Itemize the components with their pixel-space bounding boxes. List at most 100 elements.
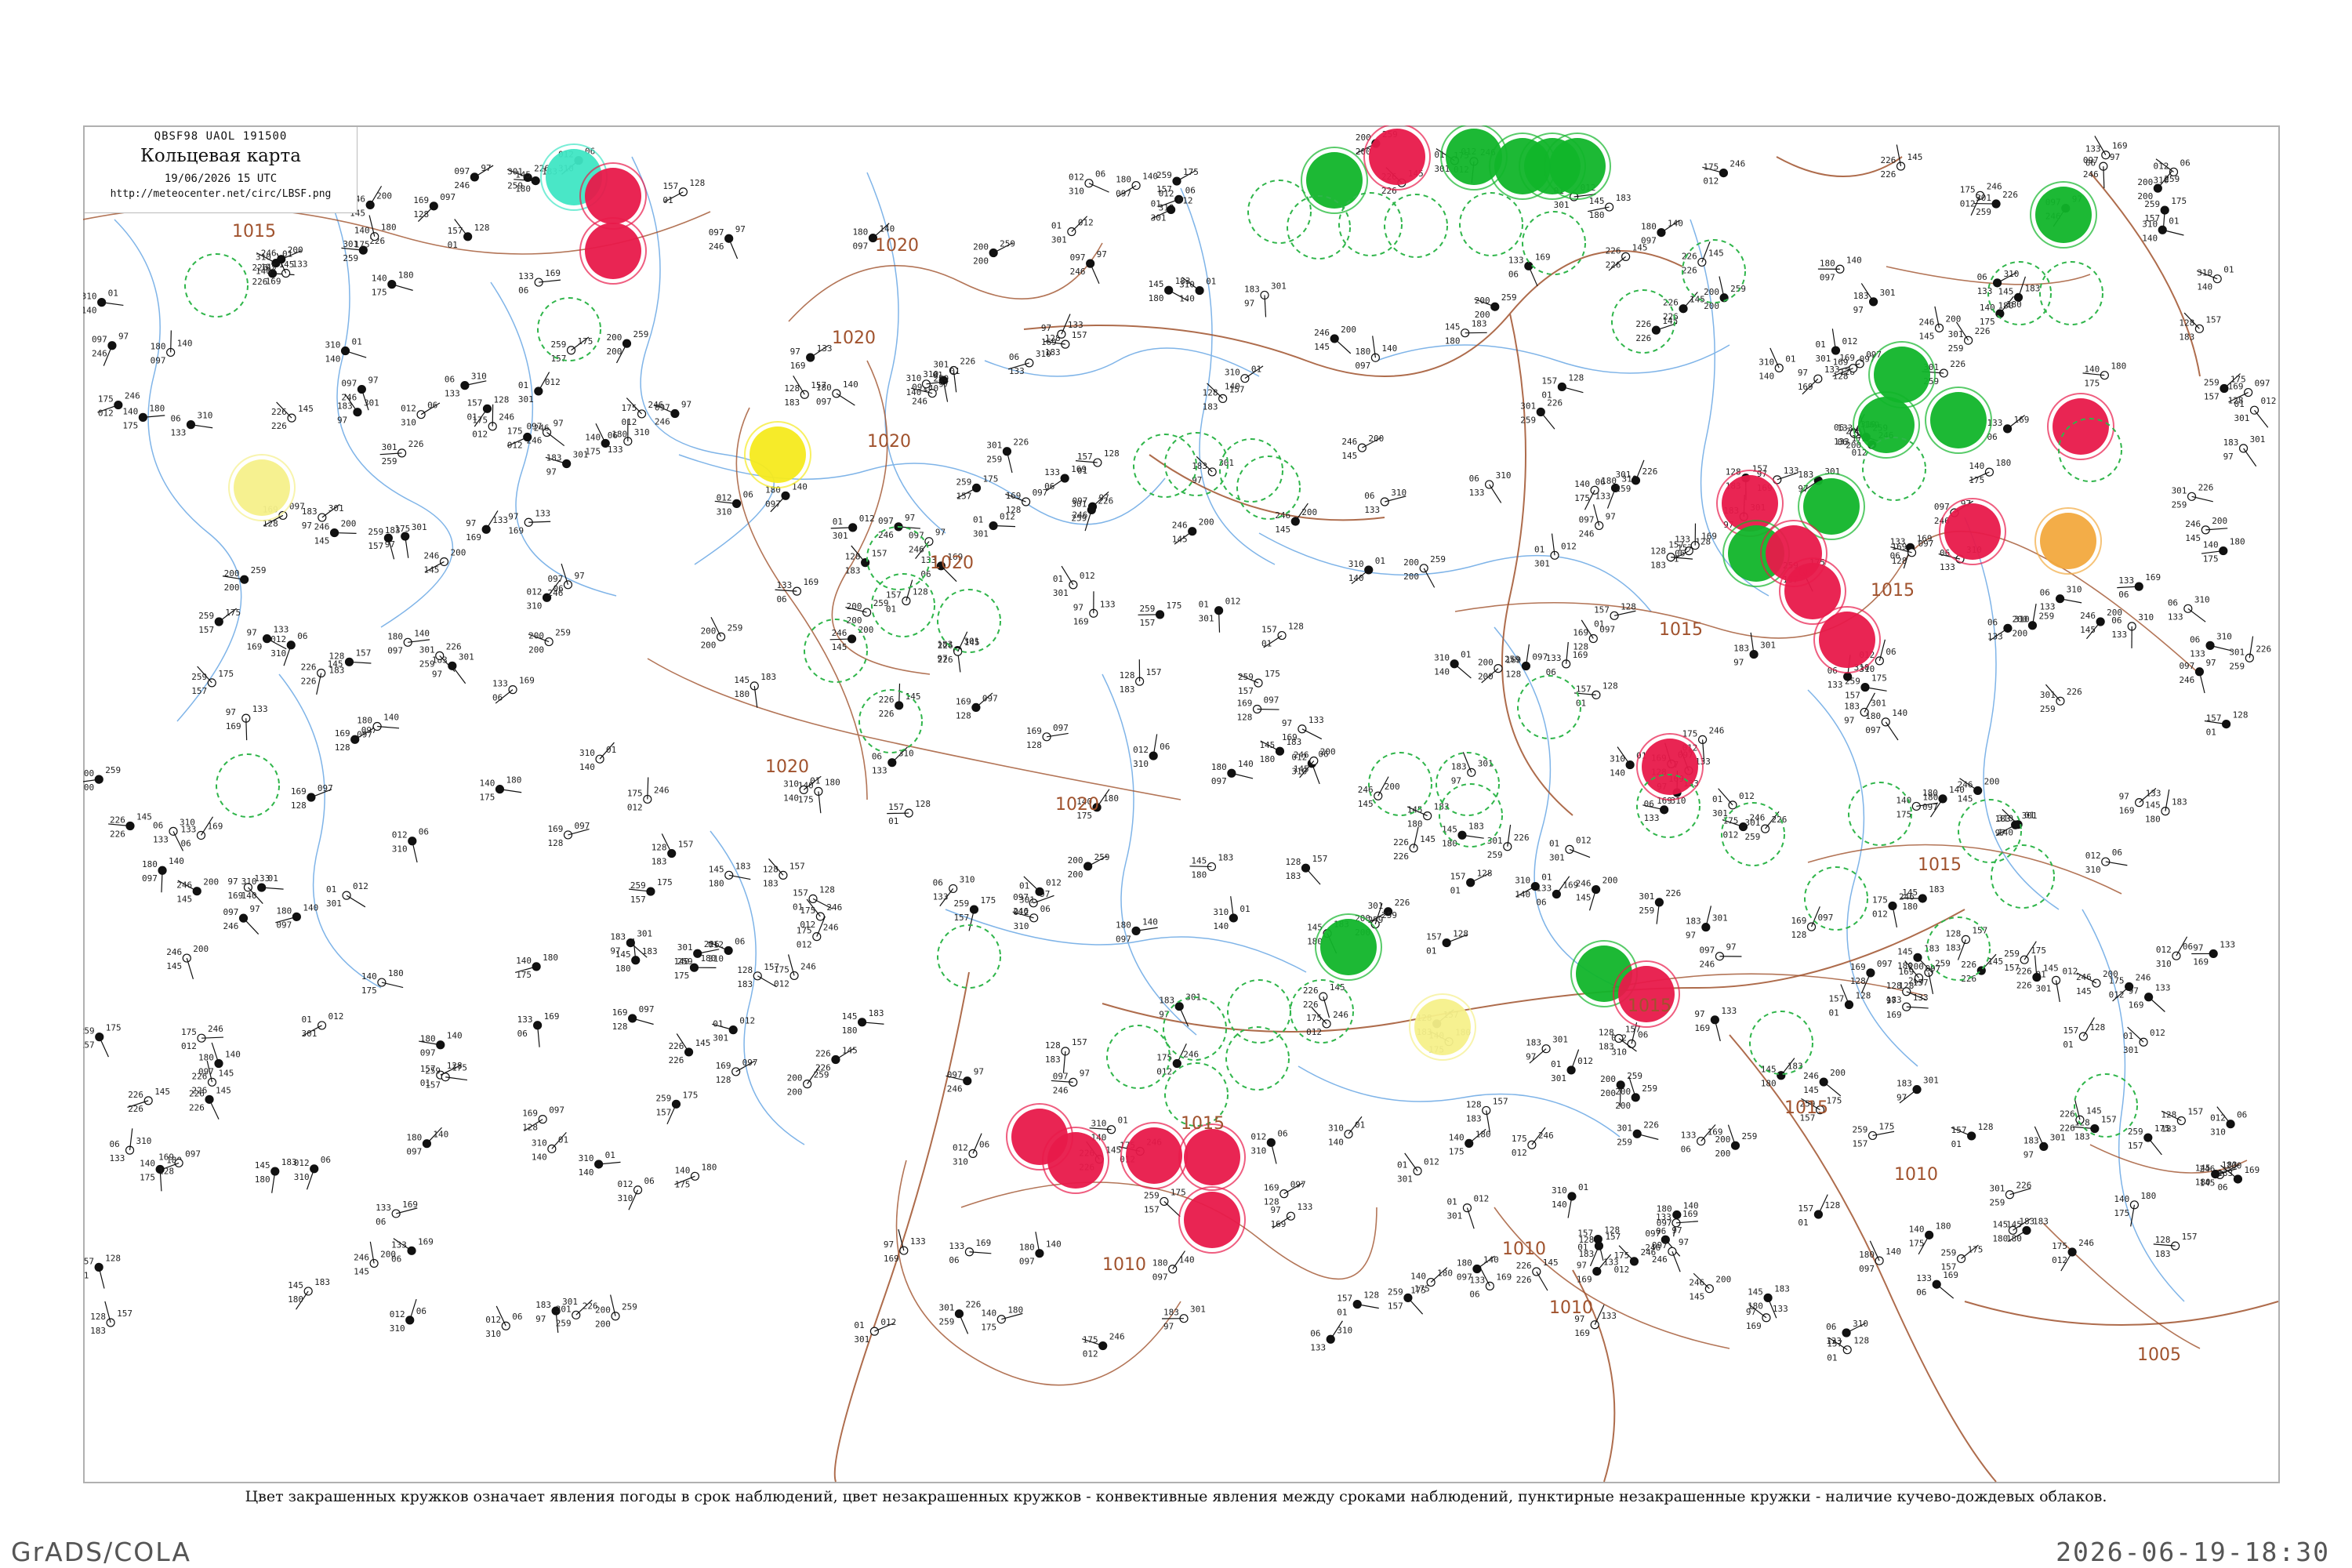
station: 97133169 bbox=[2129, 983, 2170, 1012]
svg-text:200: 200 bbox=[973, 241, 989, 252]
svg-text:175: 175 bbox=[2171, 196, 2187, 206]
isobar-1 bbox=[788, 242, 1103, 322]
svg-text:012: 012 bbox=[1306, 1027, 1322, 1037]
svg-text:183: 183 bbox=[2074, 1132, 2090, 1142]
svg-text:145: 145 bbox=[1191, 855, 1207, 866]
svg-text:175: 175 bbox=[1410, 1286, 1426, 1296]
svg-text:169: 169 bbox=[612, 1007, 628, 1018]
svg-text:128: 128 bbox=[612, 1022, 628, 1032]
svg-text:183: 183 bbox=[1192, 461, 1207, 471]
station: 180 140 097 bbox=[419, 1031, 463, 1058]
station: 200 259 200 bbox=[1403, 554, 1446, 588]
station: 310 01 140 bbox=[532, 1131, 568, 1162]
svg-text:310: 310 bbox=[906, 373, 921, 383]
svg-text:145: 145 bbox=[1987, 956, 2003, 967]
svg-text:128: 128 bbox=[1886, 981, 1902, 991]
svg-text:246: 246 bbox=[655, 417, 670, 427]
svg-text:175: 175 bbox=[479, 793, 495, 803]
svg-text:175: 175 bbox=[1613, 1250, 1629, 1261]
svg-text:01: 01 bbox=[1551, 1059, 1561, 1069]
station: 259 175 157 bbox=[655, 1090, 698, 1125]
svg-text:169: 169 bbox=[1026, 726, 1042, 736]
svg-text:012: 012 bbox=[1225, 597, 1241, 607]
svg-text:301: 301 bbox=[973, 529, 989, 539]
svg-text:310: 310 bbox=[2138, 612, 2154, 622]
svg-text:01: 01 bbox=[2223, 265, 2234, 275]
svg-text:128: 128 bbox=[291, 800, 307, 811]
svg-text:06: 06 bbox=[933, 877, 943, 887]
svg-text:200: 200 bbox=[1368, 434, 1384, 444]
svg-text:310: 310 bbox=[2004, 269, 2020, 279]
svg-text:200: 200 bbox=[701, 640, 717, 650]
svg-text:012: 012 bbox=[880, 1317, 896, 1327]
svg-text:06: 06 bbox=[2217, 1182, 2227, 1192]
svg-text:133: 133 bbox=[1773, 1304, 1788, 1314]
svg-text:97: 97 bbox=[905, 513, 915, 523]
svg-text:175: 175 bbox=[2114, 1208, 2129, 1218]
svg-text:259: 259 bbox=[2229, 661, 2245, 671]
svg-text:301: 301 bbox=[2172, 485, 2187, 495]
svg-text:310: 310 bbox=[783, 779, 799, 789]
station: 310 01 140 bbox=[2142, 216, 2184, 243]
station: 157 128 01 bbox=[2204, 710, 2248, 738]
station: 140 180 175 bbox=[2114, 1191, 2156, 1227]
svg-text:259: 259 bbox=[986, 455, 1002, 465]
svg-text:310: 310 bbox=[1091, 1119, 1107, 1129]
svg-text:226: 226 bbox=[1663, 312, 1679, 322]
svg-text:133: 133 bbox=[1310, 1342, 1326, 1352]
svg-text:01: 01 bbox=[833, 517, 843, 527]
station: 175246012 bbox=[774, 954, 816, 989]
station: 301 226 259 bbox=[2229, 636, 2271, 671]
svg-text:175: 175 bbox=[2052, 1241, 2067, 1251]
svg-text:226: 226 bbox=[938, 655, 953, 665]
station: 169 097 128 bbox=[413, 192, 456, 222]
svg-text:012: 012 bbox=[2063, 966, 2078, 976]
svg-text:180: 180 bbox=[1355, 347, 1370, 357]
svg-text:226: 226 bbox=[110, 815, 125, 826]
station: 012 06 310 bbox=[390, 1298, 426, 1334]
svg-text:157: 157 bbox=[789, 861, 805, 871]
svg-text:259: 259 bbox=[382, 456, 397, 466]
svg-text:145: 145 bbox=[615, 949, 631, 960]
svg-text:012: 012 bbox=[1078, 218, 1094, 228]
svg-text:301: 301 bbox=[713, 1033, 728, 1044]
svg-text:310: 310 bbox=[717, 506, 732, 517]
station: 06 310 133 bbox=[1469, 470, 1511, 503]
cb-cloud-ring bbox=[1225, 1026, 1290, 1091]
svg-text:183: 183 bbox=[1218, 852, 1233, 862]
svg-text:06: 06 bbox=[949, 1255, 959, 1265]
svg-text:259: 259 bbox=[1941, 1247, 1957, 1258]
svg-text:128: 128 bbox=[1104, 448, 1120, 459]
svg-text:183: 183 bbox=[1774, 1283, 1790, 1294]
svg-text:012: 012 bbox=[2150, 1028, 2165, 1038]
isobar-label: 1015 bbox=[1871, 581, 1915, 601]
svg-text:175: 175 bbox=[1960, 184, 1976, 194]
svg-text:310: 310 bbox=[1434, 653, 1450, 663]
svg-text:097: 097 bbox=[1877, 959, 1893, 969]
station: 01 012 301 bbox=[712, 1016, 755, 1044]
svg-text:301: 301 bbox=[833, 531, 848, 541]
svg-text:169: 169 bbox=[544, 1011, 560, 1022]
svg-text:01: 01 bbox=[888, 816, 898, 826]
river-16 bbox=[1298, 1065, 1621, 1138]
svg-text:012: 012 bbox=[1577, 1056, 1593, 1066]
svg-text:01: 01 bbox=[326, 884, 336, 895]
svg-text:012: 012 bbox=[2210, 1113, 2226, 1123]
svg-text:145: 145 bbox=[695, 1038, 711, 1048]
svg-text:157: 157 bbox=[425, 1080, 441, 1091]
svg-text:097: 097 bbox=[318, 783, 333, 793]
svg-text:180: 180 bbox=[1457, 1258, 1472, 1269]
svg-text:06: 06 bbox=[110, 1139, 120, 1149]
station: 169 097 128 bbox=[158, 1149, 201, 1176]
svg-text:140: 140 bbox=[177, 338, 193, 348]
svg-text:145: 145 bbox=[842, 1046, 858, 1056]
svg-text:133: 133 bbox=[274, 625, 289, 635]
svg-text:140: 140 bbox=[354, 226, 370, 236]
svg-text:097: 097 bbox=[1820, 272, 1835, 282]
station: 01 012 301 bbox=[1551, 1049, 1593, 1083]
station: 145 183 180 bbox=[615, 938, 658, 974]
svg-text:01: 01 bbox=[606, 745, 616, 755]
svg-text:140: 140 bbox=[1449, 1132, 1465, 1142]
isobar-label: 1010 bbox=[1102, 1255, 1146, 1275]
svg-text:06: 06 bbox=[743, 489, 753, 499]
